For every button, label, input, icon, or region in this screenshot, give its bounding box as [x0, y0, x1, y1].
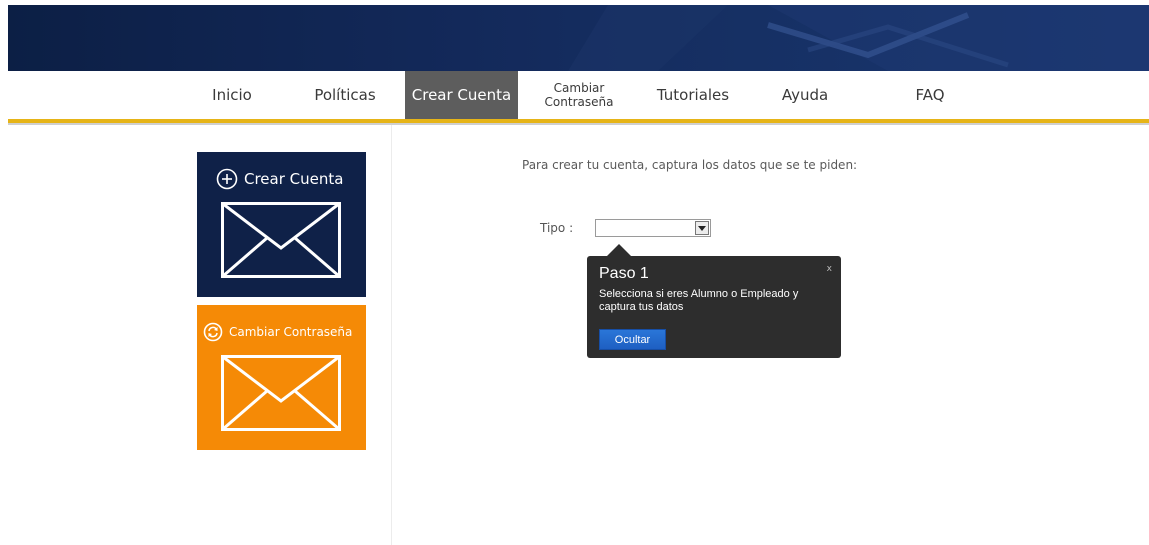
- chevron-down-icon[interactable]: [695, 221, 709, 235]
- tile-cambiar-label: Cambiar Contraseña: [229, 325, 353, 339]
- nav-politicas-label: Políticas: [314, 86, 376, 104]
- nav-faq-label: FAQ: [915, 86, 945, 104]
- ocultar-button[interactable]: Ocultar: [599, 329, 666, 350]
- tooltip-pointer: [607, 244, 631, 256]
- nav-tutoriales-label: Tutoriales: [656, 86, 730, 104]
- nav-cambiar-contrasena[interactable]: Cambiar Contraseña: [534, 71, 624, 119]
- tour-tooltip: Paso 1 x Selecciona si eres Alumno o Emp…: [587, 256, 841, 358]
- nav-crear-cuenta[interactable]: Crear Cuenta: [405, 71, 518, 119]
- nav-ayuda[interactable]: Ayuda: [770, 71, 840, 119]
- nav-cambiar-line1: Cambiar: [553, 81, 605, 95]
- nav-cambiar-line2: Contraseña: [544, 95, 614, 109]
- refresh-circle-icon: [203, 322, 223, 342]
- intro-instructions: Para crear tu cuenta, captura los datos …: [522, 158, 858, 172]
- nav-politicas[interactable]: Políticas: [305, 71, 385, 119]
- nav-crear-cuenta-label: Crear Cuenta: [411, 86, 512, 104]
- tile-cambiar-contrasena[interactable]: Cambiar Contraseña: [197, 305, 366, 450]
- tile-crear-head: Crear Cuenta: [216, 168, 343, 190]
- nav-divider-gray: [8, 123, 1149, 125]
- nav-tutoriales[interactable]: Tutoriales: [650, 71, 736, 119]
- tooltip-title: Paso 1: [599, 265, 649, 282]
- plus-circle-icon: [216, 168, 238, 190]
- tile-crear-cuenta[interactable]: Crear Cuenta: [197, 152, 366, 297]
- nav-inicio-label: Inicio: [212, 86, 252, 104]
- nav-inicio[interactable]: Inicio: [198, 71, 266, 119]
- header-banner: [8, 5, 1149, 71]
- nav-ayuda-label: Ayuda: [781, 86, 829, 104]
- close-icon[interactable]: x: [827, 264, 832, 274]
- envelope-icon: [221, 202, 341, 278]
- content-divider: [391, 125, 392, 545]
- envelope-icon: [221, 355, 341, 431]
- nav-faq[interactable]: FAQ: [905, 71, 955, 119]
- tipo-label: Tipo :: [540, 221, 574, 235]
- tooltip-body: Selecciona si eres Alumno o Empleado y c…: [599, 288, 799, 313]
- tile-cambiar-head: Cambiar Contraseña: [203, 322, 352, 342]
- tile-crear-label: Crear Cuenta: [244, 170, 344, 188]
- banner-graphic: [568, 5, 1149, 71]
- tipo-select[interactable]: [595, 219, 711, 237]
